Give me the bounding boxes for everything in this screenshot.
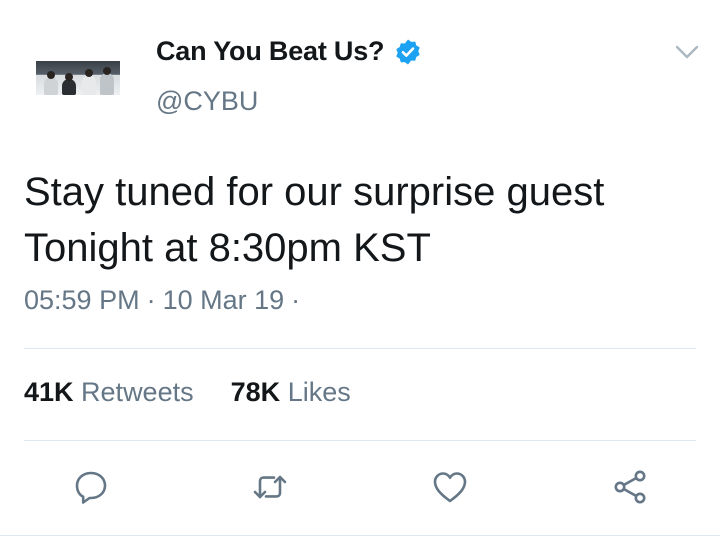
like-button[interactable] [425,462,475,512]
share-icon [614,470,646,504]
engagement-stats: 41K Retweets 78K Likes [24,377,351,408]
heart-icon [433,472,467,503]
tweet-text-line: Stay tuned for our surprise guest [24,170,605,214]
reply-button[interactable] [66,462,116,512]
separator-dot: · [291,285,301,315]
retweets-label: Retweets [81,377,194,407]
author-handle[interactable]: @CYBU [156,86,258,117]
tweet-text: Stay tuned for our surprise guest Tonigh… [24,164,704,276]
avatar[interactable] [36,61,120,95]
separator-dot: · [146,285,156,315]
tweet-text-line: Tonight at 8:30pm KST [24,226,431,270]
chevron-down-icon[interactable] [674,42,700,62]
share-button[interactable] [605,462,655,512]
reply-icon [75,471,107,504]
display-name[interactable]: Can You Beat Us? [156,36,385,67]
retweets-stat[interactable]: 41K Retweets [24,377,201,407]
tweet-timestamp[interactable]: 05:59 PM · 10 Mar 19 · [24,285,307,316]
likes-count: 78K [230,377,281,407]
likes-label: Likes [287,377,351,407]
divider [24,348,696,349]
likes-stat[interactable]: 78K Likes [231,377,351,407]
tweet-date: 10 Mar 19 [162,285,285,315]
retweet-button[interactable] [245,462,295,512]
tweet-time: 05:59 PM [24,285,140,315]
verified-badge-icon [394,38,422,66]
divider [0,535,720,536]
author-name-row[interactable]: Can You Beat Us? [156,36,422,67]
action-bar [0,462,720,512]
retweet-icon [253,475,287,499]
retweets-count: 41K [24,377,74,407]
divider [24,440,696,441]
